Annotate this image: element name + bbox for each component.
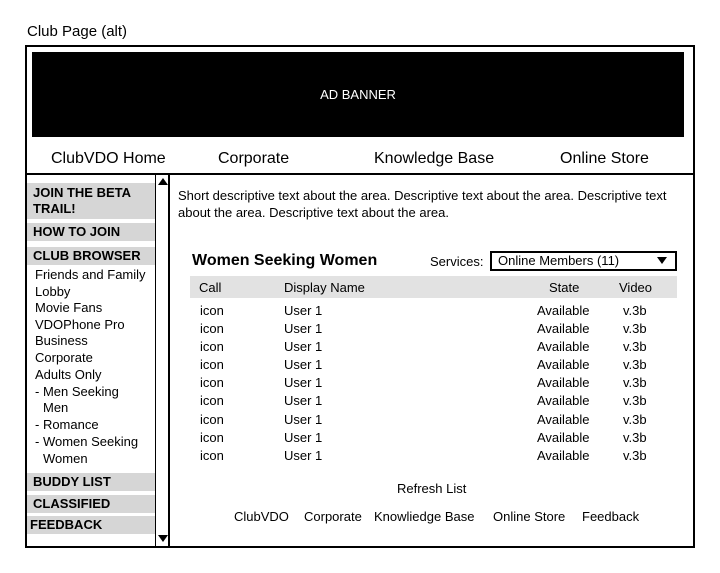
display-name-cell: User 1 — [284, 321, 323, 336]
sidebar-buddy-list[interactable]: BUDDY LIST — [27, 473, 155, 491]
video-cell: v.3b — [623, 430, 647, 445]
sidebar-item-corporate[interactable]: Corporate — [35, 350, 93, 366]
sidebar-item-men-seeking-cont[interactable]: Men — [43, 400, 68, 416]
video-cell: v.3b — [623, 412, 647, 427]
state-cell: Available — [537, 448, 590, 463]
state-cell: Available — [537, 412, 590, 427]
ad-banner[interactable]: AD BANNER — [32, 52, 684, 137]
footer-link-corporate[interactable]: Corporate — [304, 509, 362, 524]
sidebar-item-movie-fans[interactable]: Movie Fans — [35, 300, 102, 316]
services-label: Services: — [430, 254, 484, 269]
state-cell: Available — [537, 357, 590, 372]
table-header: Call Display Name State Video — [190, 276, 677, 298]
list-title: Women Seeking Women — [192, 252, 378, 269]
state-cell: Available — [537, 375, 590, 390]
sidebar-item-romance[interactable]: - Romance — [35, 417, 99, 433]
display-name-cell: User 1 — [284, 393, 323, 408]
topnav-knowledge-base[interactable]: Knowledge Base — [374, 150, 494, 168]
sidebar-scrollbar[interactable] — [155, 175, 170, 546]
table-row[interactable]: icon User 1 Available v.3b — [190, 356, 677, 374]
sidebar-item-adults-only[interactable]: Adults Only — [35, 367, 101, 383]
sidebar: JOIN THE BETA TRAIL! HOW TO JOIN CLUB BR… — [27, 175, 155, 546]
sidebar-item-men-seeking[interactable]: - Men Seeking — [35, 384, 119, 400]
sidebar-club-browser[interactable]: CLUB BROWSER — [27, 247, 155, 265]
sidebar-item-friends-family[interactable]: Friends and Family — [35, 267, 146, 283]
video-cell: v.3b — [623, 339, 647, 354]
topnav-corporate[interactable]: Corporate — [218, 150, 289, 168]
table-row[interactable]: icon User 1 Available v.3b — [190, 374, 677, 392]
display-name-cell: User 1 — [284, 375, 323, 390]
call-icon-cell[interactable]: icon — [200, 429, 224, 447]
call-icon-cell[interactable]: icon — [200, 356, 224, 374]
sidebar-item-women-seeking-cont[interactable]: Women — [43, 451, 88, 467]
state-cell: Available — [537, 321, 590, 336]
table-row[interactable]: icon User 1 Available v.3b — [190, 392, 677, 410]
services-select-value: Online Members (11) — [498, 253, 620, 268]
page-caption: Club Page (alt) — [27, 23, 128, 40]
column-header-call[interactable]: Call — [199, 280, 221, 295]
footer-link-clubvdo[interactable]: ClubVDO — [234, 509, 289, 524]
column-header-display-name[interactable]: Display Name — [284, 280, 365, 295]
table-row[interactable]: icon User 1 Available v.3b — [190, 338, 677, 356]
call-icon-cell[interactable]: icon — [200, 320, 224, 338]
call-icon-cell[interactable]: icon — [200, 374, 224, 392]
sidebar-feedback[interactable]: FEEDBACK — [27, 516, 155, 534]
table-row[interactable]: icon User 1 Available v.3b — [190, 320, 677, 338]
display-name-cell: User 1 — [284, 412, 323, 427]
column-header-video[interactable]: Video — [619, 280, 652, 295]
call-icon-cell[interactable]: icon — [200, 392, 224, 410]
area-description: Short descriptive text about the area. D… — [178, 188, 667, 220]
call-icon-cell[interactable]: icon — [200, 338, 224, 356]
video-cell: v.3b — [623, 375, 647, 390]
scroll-up-arrow-icon[interactable] — [158, 178, 168, 185]
display-name-cell: User 1 — [284, 357, 323, 372]
footer-link-feedback[interactable]: Feedback — [582, 509, 639, 524]
video-cell: v.3b — [623, 303, 647, 318]
scroll-down-arrow-icon[interactable] — [158, 535, 168, 542]
sidebar-item-business[interactable]: Business — [35, 333, 88, 349]
footer-link-online-store[interactable]: Online Store — [493, 509, 565, 524]
sidebar-classified[interactable]: CLASSIFIED — [27, 495, 155, 513]
sidebar-item-lobby[interactable]: Lobby — [35, 284, 70, 300]
sidebar-join-beta-line1: JOIN THE BETA — [33, 185, 131, 200]
call-icon-cell[interactable]: icon — [200, 411, 224, 429]
state-cell: Available — [537, 393, 590, 408]
state-cell: Available — [537, 303, 590, 318]
table-row[interactable]: icon User 1 Available v.3b — [190, 447, 677, 465]
video-cell: v.3b — [623, 357, 647, 372]
state-cell: Available — [537, 430, 590, 445]
table-row[interactable]: icon User 1 Available v.3b — [190, 302, 677, 320]
table-row[interactable]: icon User 1 Available v.3b — [190, 429, 677, 447]
topnav-online-store[interactable]: Online Store — [560, 150, 649, 168]
call-icon-cell[interactable]: icon — [200, 302, 224, 320]
topnav-clubvdo-home[interactable]: ClubVDO Home — [51, 150, 166, 168]
call-icon-cell[interactable]: icon — [200, 447, 224, 465]
video-cell: v.3b — [623, 393, 647, 408]
services-select[interactable]: Online Members (11) — [490, 251, 677, 271]
display-name-cell: User 1 — [284, 339, 323, 354]
sidebar-how-to-join[interactable]: HOW TO JOIN — [27, 223, 155, 241]
table-row[interactable]: icon User 1 Available v.3b — [190, 411, 677, 429]
ad-banner-label: AD BANNER — [320, 87, 396, 102]
sidebar-join-beta-line2: TRAIL! — [33, 201, 76, 216]
display-name-cell: User 1 — [284, 448, 323, 463]
state-cell: Available — [537, 339, 590, 354]
top-nav: ClubVDO Home Corporate Knowledge Base On… — [27, 146, 693, 173]
display-name-cell: User 1 — [284, 303, 323, 318]
display-name-cell: User 1 — [284, 430, 323, 445]
video-cell: v.3b — [623, 448, 647, 463]
footer-link-knowledge-base[interactable]: Knowliedge Base — [374, 509, 474, 524]
sidebar-join-beta[interactable]: JOIN THE BETA TRAIL! — [27, 183, 155, 219]
dropdown-arrow-icon[interactable] — [657, 257, 667, 264]
column-header-state[interactable]: State — [549, 280, 579, 295]
sidebar-item-vdophone-pro[interactable]: VDOPhone Pro — [35, 317, 125, 333]
video-cell: v.3b — [623, 321, 647, 336]
sidebar-item-women-seeking[interactable]: - Women Seeking — [35, 434, 138, 450]
refresh-list-link[interactable]: Refresh List — [397, 481, 466, 496]
